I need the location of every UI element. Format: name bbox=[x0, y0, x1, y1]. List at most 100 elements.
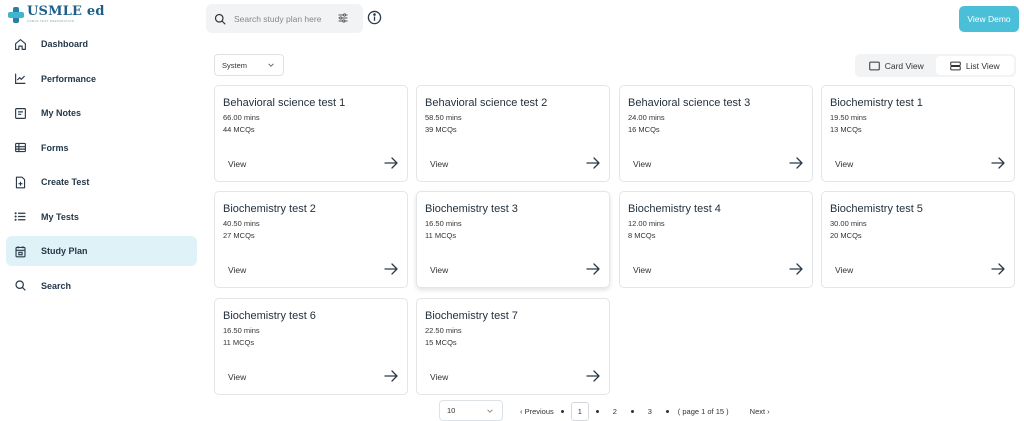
notes-icon bbox=[14, 107, 27, 120]
next-page-button[interactable]: Next › bbox=[750, 407, 770, 416]
search-input[interactable] bbox=[234, 13, 334, 24]
test-card[interactable]: Behavioral science test 3 24.00 mins 16 MC… bbox=[619, 85, 813, 182]
test-card[interactable]: Biochemistry test 2 40.50 mins 27 MCQs View bbox=[214, 191, 408, 288]
test-card[interactable]: Biochemistry test 4 12.00 mins 8 MCQs View bbox=[619, 191, 813, 288]
card-view-link[interactable]: View bbox=[430, 159, 448, 169]
arrow-right-icon[interactable] bbox=[384, 370, 398, 382]
card-mcq-count: 11 MCQs bbox=[425, 231, 457, 240]
app-logo[interactable]: USMLE ed USMLE TEST PREPARATION bbox=[8, 5, 105, 24]
card-duration: 19.50 mins bbox=[830, 113, 867, 122]
card-duration: 22.50 mins bbox=[425, 326, 462, 335]
view-demo-button[interactable]: View Demo bbox=[959, 6, 1019, 32]
page-1-button[interactable]: 1 bbox=[570, 401, 589, 421]
card-duration: 58.50 mins bbox=[425, 113, 462, 122]
card-duration: 16.50 mins bbox=[425, 219, 462, 228]
card-duration: 24.00 mins bbox=[628, 113, 665, 122]
chart-line-icon bbox=[14, 72, 27, 85]
sidebar-item-label: Performance bbox=[41, 73, 97, 84]
card-mcq-count: 16 MCQs bbox=[628, 125, 660, 134]
search-bar bbox=[206, 4, 363, 33]
arrow-right-icon[interactable] bbox=[991, 157, 1005, 169]
card-view-link[interactable]: View bbox=[430, 372, 448, 382]
card-title: Biochemistry test 5 bbox=[830, 203, 923, 215]
sidebar-item-search[interactable]: Search bbox=[6, 271, 197, 301]
page-size-select[interactable]: 10 bbox=[439, 400, 503, 421]
card-view-link[interactable]: View bbox=[430, 265, 448, 275]
search-icon bbox=[14, 279, 27, 292]
card-duration: 30.00 mins bbox=[830, 219, 867, 228]
page-2-button[interactable]: 2 bbox=[606, 402, 624, 421]
chevron-down-icon bbox=[487, 409, 493, 413]
previous-page-button[interactable]: ‹ Previous bbox=[520, 407, 554, 416]
card-title: Biochemistry test 3 bbox=[425, 203, 518, 215]
arrow-right-icon[interactable] bbox=[991, 263, 1005, 275]
home-icon bbox=[14, 38, 27, 51]
card-duration: 16.50 mins bbox=[223, 326, 260, 335]
arrow-right-icon[interactable] bbox=[789, 263, 803, 275]
sidebar: USMLE ed USMLE TEST PREPARATION Dashboar… bbox=[0, 0, 204, 421]
card-view-link[interactable]: View bbox=[835, 159, 853, 169]
sidebar-item-my-tests[interactable]: My Tests bbox=[6, 202, 197, 232]
card-mcq-count: 13 MCQs bbox=[830, 125, 862, 134]
test-card[interactable]: Biochemistry test 7 22.50 mins 15 MCQs View bbox=[416, 298, 610, 395]
page-separator bbox=[595, 409, 599, 413]
pagination: ‹ Previous 1 2 3 ( page 1 of 15 ) Next › bbox=[520, 401, 770, 421]
arrow-right-icon[interactable] bbox=[384, 157, 398, 169]
chevron-down-icon bbox=[268, 63, 274, 67]
card-view-link[interactable]: View bbox=[835, 265, 853, 275]
card-title: Behavioral science test 2 bbox=[425, 97, 548, 109]
search-icon bbox=[214, 13, 226, 25]
next-label: Next bbox=[749, 406, 766, 416]
card-title: Biochemistry test 4 bbox=[628, 203, 721, 215]
test-card[interactable]: Behavioral science test 2 58.50 mins 39 MC… bbox=[416, 85, 610, 182]
card-view-link[interactable]: View bbox=[228, 265, 246, 275]
test-card[interactable]: Biochemistry test 5 30.00 mins 20 MCQs View bbox=[821, 191, 1015, 288]
card-view-button[interactable]: Card View bbox=[857, 56, 936, 75]
list-view-icon bbox=[950, 61, 961, 70]
arrow-right-icon[interactable] bbox=[586, 157, 600, 169]
card-view-link[interactable]: View bbox=[228, 159, 246, 169]
arrow-right-icon[interactable] bbox=[586, 263, 600, 275]
table-icon bbox=[14, 141, 27, 154]
test-card[interactable]: Biochemistry test 1 19.50 mins 13 MCQs View bbox=[821, 85, 1015, 182]
card-duration: 12.00 mins bbox=[628, 219, 665, 228]
card-mcq-count: 11 MCQs bbox=[223, 338, 255, 347]
sliders-icon[interactable] bbox=[337, 12, 349, 24]
list-view-label: List View bbox=[965, 60, 1000, 71]
sidebar-item-label: Study Plan bbox=[41, 246, 88, 256]
test-card[interactable]: Biochemistry test 6 16.50 mins 11 MCQs View bbox=[214, 298, 408, 395]
test-card[interactable]: Behavioral science test 1 66.00 mins 44 MC… bbox=[214, 85, 408, 182]
page-3-button[interactable]: 3 bbox=[641, 402, 659, 421]
arrow-right-icon[interactable] bbox=[384, 263, 398, 275]
test-card[interactable]: Biochemistry test 3 16.50 mins 11 MCQs View bbox=[416, 191, 610, 288]
sidebar-item-label: My Tests bbox=[41, 211, 79, 222]
sidebar-item-label: Create Test bbox=[41, 177, 90, 187]
sidebar-nav: Dashboard Performance My Notes Forms Cre… bbox=[6, 29, 197, 305]
system-select-value: System bbox=[222, 60, 248, 70]
sidebar-item-label: My Notes bbox=[41, 108, 82, 118]
card-view-link[interactable]: View bbox=[228, 372, 246, 382]
logo-text: USMLE ed bbox=[27, 4, 105, 19]
info-icon[interactable] bbox=[367, 10, 382, 25]
sidebar-item-forms[interactable]: Forms bbox=[6, 133, 197, 163]
calendar-icon bbox=[14, 245, 27, 258]
page-size-value: 10 bbox=[447, 406, 456, 415]
card-view-link[interactable]: View bbox=[633, 265, 651, 275]
card-view-link[interactable]: View bbox=[633, 159, 651, 169]
sidebar-item-create-test[interactable]: Create Test bbox=[6, 167, 197, 197]
system-select[interactable]: System bbox=[214, 54, 284, 76]
sidebar-item-my-notes[interactable]: My Notes bbox=[6, 98, 197, 128]
arrow-right-icon[interactable] bbox=[586, 370, 600, 382]
sidebar-item-study-plan[interactable]: Study Plan bbox=[6, 236, 197, 266]
card-title: Biochemistry test 7 bbox=[425, 310, 518, 322]
page-separator bbox=[665, 409, 669, 413]
sidebar-item-performance[interactable]: Performance bbox=[6, 64, 197, 94]
arrow-right-icon[interactable] bbox=[789, 157, 803, 169]
page-separator bbox=[560, 409, 564, 413]
page-separator bbox=[630, 409, 634, 413]
card-title: Behavioral science test 1 bbox=[223, 97, 346, 109]
card-mcq-count: 20 MCQs bbox=[830, 231, 862, 240]
sidebar-item-dashboard[interactable]: Dashboard bbox=[6, 29, 197, 59]
list-view-button[interactable]: List View bbox=[935, 56, 1014, 75]
card-title: Biochemistry test 2 bbox=[223, 203, 316, 215]
